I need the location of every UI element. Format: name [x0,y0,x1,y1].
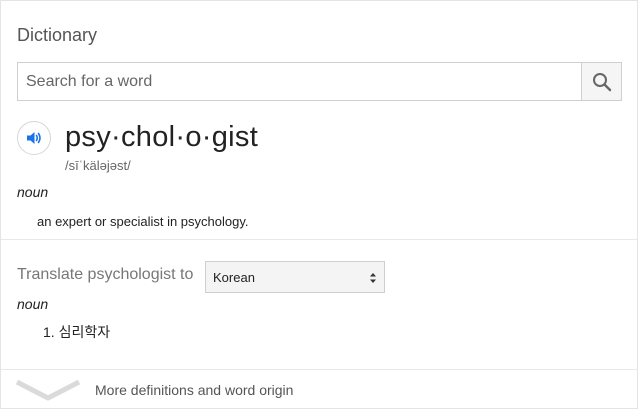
translation-part-of-speech: noun [17,296,49,312]
part-of-speech: noun [17,184,49,200]
search-box [17,62,622,101]
select-arrows-icon [370,273,376,283]
language-select[interactable]: Korean [205,261,385,293]
card-title: Dictionary [17,25,98,45]
headword: psy·chol·o·gist [65,121,259,153]
pronunciation-button[interactable] [17,121,51,155]
search-icon [592,72,611,91]
dictionary-card: Dictionary psy·chol·o·gist /sīˈkäləjəst/… [0,0,638,409]
more-definitions-label: More definitions and word origin [95,382,294,398]
translate-label: Translate psychologist to [17,266,194,283]
translation-item: 1. 심리학자 [43,322,110,342]
translation-number: 1. [43,324,55,340]
speaker-icon [27,132,41,144]
phonetic-spelling: /sīˈkäləjəst/ [65,158,131,173]
divider [1,239,638,240]
translation-text: 심리학자 [58,324,111,340]
selected-language: Korean [213,270,255,285]
search-input[interactable] [18,63,581,100]
definition: an expert or specialist in psychology. [37,214,249,229]
more-definitions-link[interactable]: More definitions and word origin [1,370,638,410]
chevron-down-icon [15,379,81,401]
search-button[interactable] [581,63,621,100]
